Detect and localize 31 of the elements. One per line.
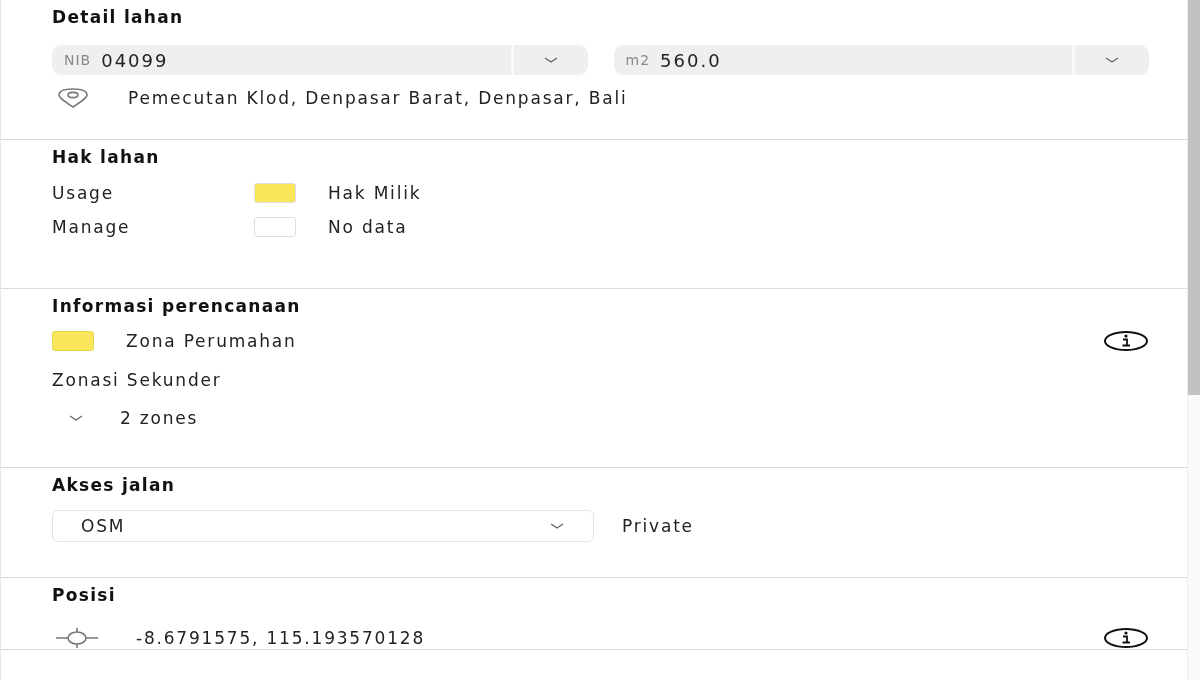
row-value: No data (328, 217, 408, 237)
field-value: 04099 (101, 49, 169, 71)
field-prefix: m2 (625, 52, 651, 68)
chevron-down-icon[interactable] (68, 413, 84, 423)
section-title: Akses jalan (52, 475, 177, 495)
section-title: Detail lahan (52, 7, 185, 27)
section-title: Hak lahan (52, 147, 161, 167)
zone-name: Zona Perumahan (126, 331, 298, 351)
source-dropdown[interactable]: OSM (52, 510, 594, 542)
field-prefix: NIB (64, 52, 92, 68)
info-icon (1103, 330, 1149, 352)
scrollbar-thumb[interactable] (1188, 0, 1200, 395)
select-field[interactable]: NIB 04099 (52, 45, 588, 75)
scrollbar[interactable] (1187, 0, 1200, 680)
info-icon (1103, 627, 1149, 649)
crosshair-icon (54, 627, 100, 649)
chevron-down-icon (549, 521, 565, 531)
row-label: Usage (52, 183, 115, 203)
chevron-down-icon (542, 55, 559, 65)
select-field[interactable]: m2 560.0 (613, 45, 1149, 75)
access-value: Private (622, 516, 694, 536)
secondary-label: Zonasi Sekunder (52, 370, 223, 390)
section-title: Posisi (52, 585, 117, 605)
section-title: Informasi perencanaan (52, 296, 302, 316)
address-text: Pemecutan Klod, Denpasar Barat, Denpasar, Bali (128, 88, 628, 108)
row-label: Manage (52, 217, 132, 237)
coordinates: -8.6791575, 115.193570128 (136, 628, 427, 648)
chevron-down-icon (1104, 55, 1120, 65)
field-value: 560.0 (660, 49, 722, 71)
row-value: Hak Milik (328, 183, 422, 203)
zones-count: 2 zones (120, 408, 199, 428)
